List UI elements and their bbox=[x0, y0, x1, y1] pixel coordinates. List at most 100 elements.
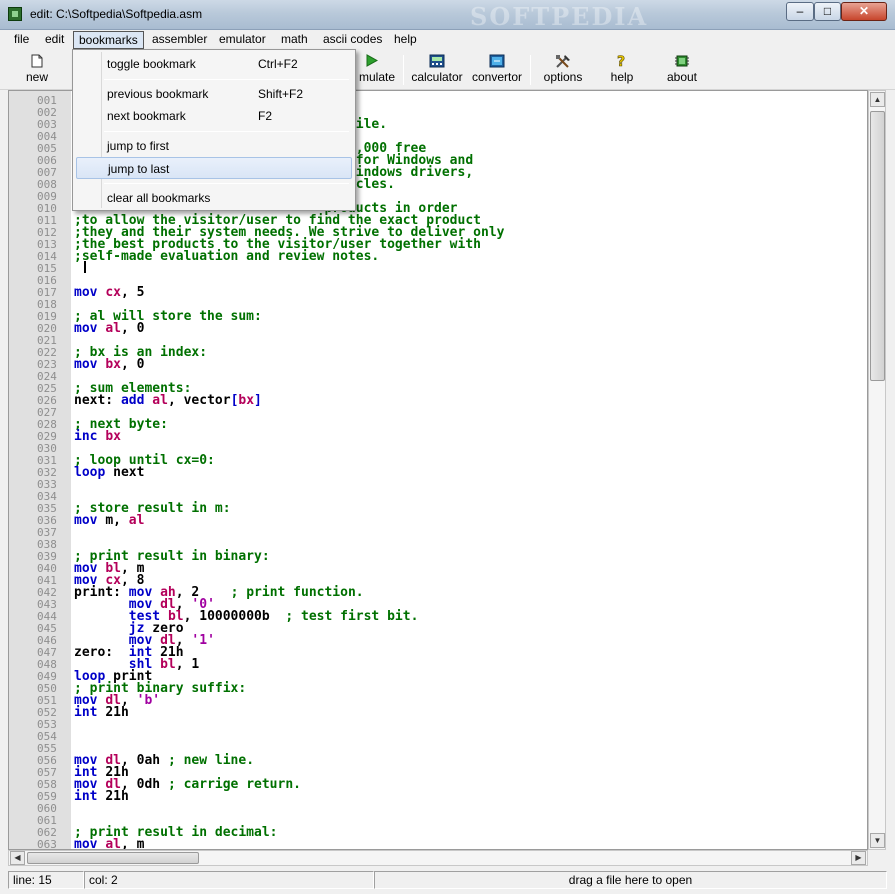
code-line: loop next bbox=[74, 465, 145, 480]
jump-to-last-item[interactable]: jump to last bbox=[76, 157, 352, 179]
toggle-bookmark-item[interactable]: toggle bookmark Ctrl+F2 bbox=[76, 53, 352, 75]
code-line: inc bx bbox=[74, 429, 121, 444]
scroll-down-icon[interactable]: ▼ bbox=[870, 833, 885, 848]
code-token: mov bbox=[74, 513, 106, 528]
menu-edit[interactable]: edit bbox=[40, 31, 69, 49]
menu-help[interactable]: help bbox=[389, 31, 422, 49]
horizontal-scrollbar[interactable]: ◀ ▶ bbox=[8, 850, 868, 866]
code-token: , 5 bbox=[120, 285, 145, 300]
code-token: al bbox=[105, 837, 121, 850]
code-token: al bbox=[128, 513, 145, 528]
menu-ascii-codes[interactable]: ascii codes bbox=[318, 31, 387, 49]
menu-item-shortcut: F2 bbox=[258, 109, 273, 123]
code-token: , 0 bbox=[120, 321, 145, 336]
maximize-button[interactable]: □ bbox=[814, 2, 841, 21]
status-line: line: 15 bbox=[8, 871, 84, 889]
code-token: mov bbox=[74, 321, 106, 336]
menu-assembler[interactable]: assembler bbox=[147, 31, 212, 49]
help-button[interactable]: ? help bbox=[605, 52, 639, 88]
code-token: next: bbox=[74, 393, 121, 408]
options-label: options bbox=[543, 70, 583, 84]
code-token: '1' bbox=[191, 633, 215, 648]
convertor-icon bbox=[489, 54, 505, 69]
code-token: next bbox=[113, 465, 145, 480]
text-caret bbox=[84, 261, 86, 273]
emulate-button[interactable]: mulate bbox=[356, 52, 398, 88]
code-token: 'b' bbox=[136, 693, 161, 708]
code-line: ;self-made evaluation and review notes. bbox=[74, 249, 380, 264]
menu-bar: file edit bookmarks assembler emulator m… bbox=[0, 30, 895, 50]
code-token: ; test first bit. bbox=[285, 609, 419, 624]
code-token: loop bbox=[74, 465, 114, 480]
new-button[interactable]: new bbox=[20, 52, 54, 88]
menu-bookmarks[interactable]: bookmarks bbox=[73, 31, 144, 49]
new-file-icon bbox=[29, 54, 45, 69]
next-bookmark-item[interactable]: next bookmark F2 bbox=[76, 105, 352, 127]
emulate-label: mulate bbox=[358, 70, 396, 84]
code-line: mov m, al bbox=[74, 513, 145, 528]
code-token: 21h bbox=[105, 705, 129, 720]
options-button[interactable]: options bbox=[539, 52, 587, 88]
svg-text:?: ? bbox=[617, 54, 625, 69]
code-line: next: add al, vector[bx] bbox=[74, 393, 262, 408]
horizontal-scroll-thumb[interactable] bbox=[27, 852, 199, 864]
calculator-icon bbox=[429, 54, 445, 69]
close-button[interactable]: ✕ bbox=[841, 2, 887, 21]
menu-file[interactable]: file bbox=[9, 31, 34, 49]
code-line: mov cx, 5 bbox=[74, 285, 145, 300]
code-token: inc bbox=[74, 429, 106, 444]
code-token: ; carrige return. bbox=[167, 777, 301, 792]
code-token: ] bbox=[254, 393, 262, 408]
code-token: al bbox=[152, 393, 168, 408]
menu-item-label: clear all bookmarks bbox=[107, 191, 211, 205]
scroll-right-icon[interactable]: ▶ bbox=[851, 851, 866, 865]
code-token: int bbox=[74, 705, 106, 720]
code-token: bx bbox=[105, 357, 121, 372]
code-token: 21h bbox=[105, 789, 129, 804]
convertor-button[interactable]: convertor bbox=[469, 52, 525, 88]
window-title: edit: C:\Softpedia\Softpedia.asm bbox=[30, 7, 203, 21]
status-col: col: 2 bbox=[84, 871, 374, 889]
menu-separator bbox=[104, 79, 349, 80]
line-number: 063 bbox=[37, 838, 57, 850]
code-token: , 1 bbox=[175, 657, 200, 672]
code-line: int 21h bbox=[74, 705, 129, 720]
jump-to-first-item[interactable]: jump to first bbox=[76, 135, 352, 157]
code-token: cx bbox=[105, 285, 121, 300]
convertor-label: convertor bbox=[471, 70, 523, 84]
code-token: , 0 bbox=[120, 357, 145, 372]
code-token: mov bbox=[74, 837, 106, 850]
code-token: ;self-made evaluation and review notes. bbox=[74, 249, 380, 264]
calculator-label: calculator bbox=[411, 70, 463, 84]
vertical-scroll-thumb[interactable] bbox=[870, 111, 885, 381]
scroll-left-icon[interactable]: ◀ bbox=[10, 851, 25, 865]
code-token: , m bbox=[120, 837, 145, 850]
scroll-up-icon[interactable]: ▲ bbox=[870, 92, 885, 107]
code-token: bl bbox=[160, 657, 176, 672]
minimize-button[interactable]: – bbox=[786, 2, 814, 21]
toolbar-separator bbox=[403, 55, 404, 85]
code-token: bx bbox=[105, 429, 121, 444]
previous-bookmark-item[interactable]: previous bookmark Shift+F2 bbox=[76, 83, 352, 105]
code-token: , vector bbox=[167, 393, 231, 408]
code-token: mov bbox=[74, 285, 106, 300]
vertical-scrollbar[interactable]: ▲ ▼ bbox=[868, 90, 886, 850]
menu-separator bbox=[104, 183, 349, 184]
help-question-icon: ? bbox=[614, 54, 630, 71]
calculator-button[interactable]: calculator bbox=[409, 52, 465, 88]
chip-app-icon bbox=[8, 7, 22, 21]
about-button[interactable]: about bbox=[662, 52, 702, 88]
code-line: mov bx, 0 bbox=[74, 357, 145, 372]
code-token: add bbox=[120, 393, 153, 408]
menu-icon-gutter bbox=[101, 52, 102, 208]
tools-icon bbox=[555, 54, 571, 69]
about-label: about bbox=[666, 70, 698, 84]
code-line: mov al, 0 bbox=[74, 321, 145, 336]
code-token: ; new line. bbox=[167, 753, 255, 768]
menu-item-label: jump to last bbox=[108, 162, 170, 176]
code-token: al bbox=[105, 321, 121, 336]
clear-all-bookmarks-item[interactable]: clear all bookmarks bbox=[76, 187, 352, 209]
code-token: ; print function. bbox=[230, 585, 364, 600]
menu-math[interactable]: math bbox=[276, 31, 313, 49]
menu-emulator[interactable]: emulator bbox=[214, 31, 271, 49]
